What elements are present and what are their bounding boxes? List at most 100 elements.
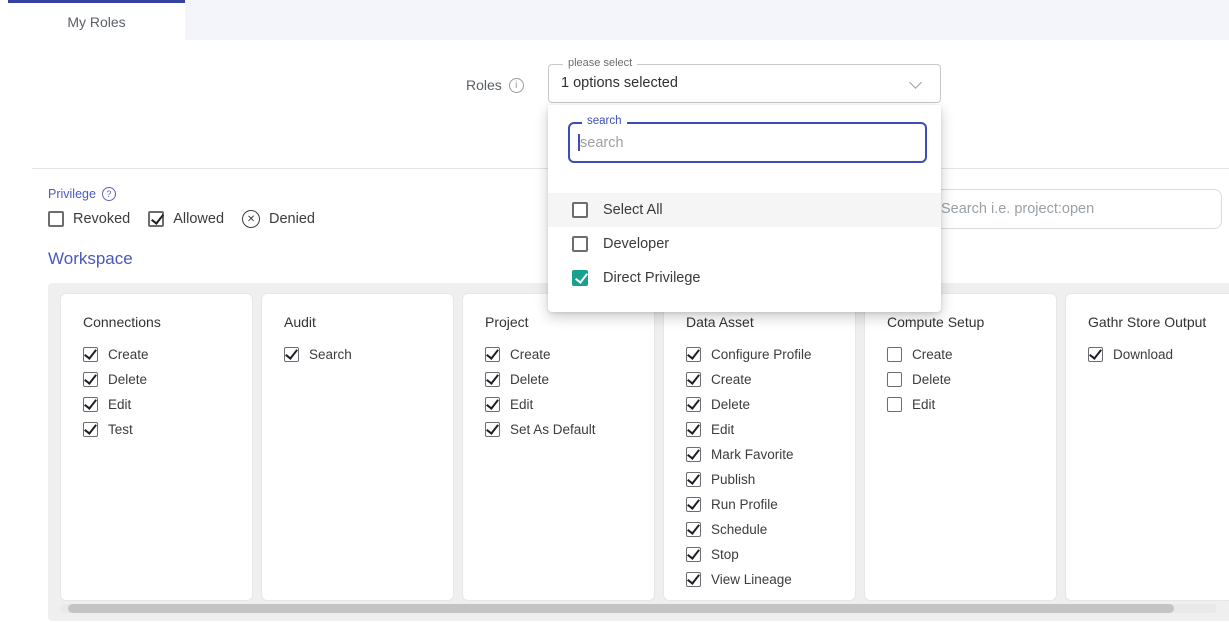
privilege-legend-row: Revoked Allowed Denied [48,210,315,228]
privilege-row[interactable]: Create [485,345,646,364]
card-title: Data Asset [686,314,847,330]
dropdown-search-input[interactable] [580,128,900,158]
privilege-row[interactable]: Publish [686,470,847,489]
privilege-row[interactable]: Test [83,420,244,439]
workspace-section-title: Workspace [48,249,133,269]
privilege-row[interactable]: Create [83,345,244,364]
horizontal-scrollbar-track[interactable] [60,604,1217,613]
unchecked-checkbox-icon[interactable] [572,202,588,218]
privilege-row-label: Edit [711,422,734,437]
checked-checkbox-icon[interactable] [572,270,588,286]
checked-checkbox-icon[interactable] [83,397,98,412]
privilege-row-label: Delete [912,372,951,387]
privilege-row-label: Create [912,347,953,362]
card-title: Project [485,314,646,330]
privilege-legend-title: Privilege [48,187,116,201]
checked-checkbox-icon[interactable] [686,572,701,587]
privilege-row-label: Configure Profile [711,347,812,362]
unchecked-checkbox-icon[interactable] [887,347,902,362]
tab-my-roles[interactable]: My Roles [8,0,185,40]
privilege-row-label: Create [510,347,551,362]
privilege-row-label: View Lineage [711,572,792,587]
roles-multiselect[interactable]: please select 1 options selected [548,64,941,103]
privilege-row-label: Mark Favorite [711,447,794,462]
privilege-row-label: Edit [912,397,935,412]
checked-checkbox-icon[interactable] [485,372,500,387]
checked-checkbox-icon[interactable] [83,372,98,387]
privilege-row[interactable]: Delete [887,370,1048,389]
denied-circle-x-icon [242,210,260,228]
workspace-privileges-panel: Connections CreateDeleteEditTest Audit S… [48,283,1229,621]
horizontal-scrollbar-thumb[interactable] [68,604,1174,613]
privilege-row[interactable]: Run Profile [686,495,847,514]
roles-label-text: Roles [466,77,502,93]
search-input[interactable] [928,189,1222,229]
privilege-row-label: Create [108,347,149,362]
checked-checkbox-icon[interactable] [485,347,500,362]
privilege-row-label: Schedule [711,522,767,537]
checked-checkbox-icon[interactable] [83,422,98,437]
checked-checkbox-icon[interactable] [83,347,98,362]
checked-checkbox-icon[interactable] [686,397,701,412]
privilege-row[interactable]: Edit [686,420,847,439]
checked-checkbox-icon[interactable] [485,422,500,437]
privilege-row[interactable]: Edit [887,395,1048,414]
card-project: Project Create Delete Edit Set As Default [462,293,655,601]
privilege-row-label: Create [711,372,752,387]
card-items: Configure Profile Create Delete Edit Mark Fa… [686,345,847,589]
checked-checkbox-icon[interactable] [686,522,701,537]
card-connections: Connections CreateDeleteEditTest [60,293,253,601]
checked-checkbox-icon[interactable] [1088,347,1103,362]
option-developer[interactable]: Developer [548,227,941,261]
roles-multiselect-value: 1 options selected [549,65,940,102]
unchecked-checkbox-icon[interactable] [887,372,902,387]
checked-checkbox-icon[interactable] [686,347,701,362]
privilege-row-label: Stop [711,547,739,562]
checked-checkbox-icon[interactable] [686,497,701,512]
card-items: Create Delete Edit [887,345,1048,414]
info-icon[interactable] [509,78,524,93]
checked-checkbox-icon[interactable] [686,472,701,487]
card-title: Audit [284,314,445,330]
card-gathr-store-output: Gathr Store Output Download [1065,293,1229,601]
option-direct-privilege[interactable]: Direct Privilege [548,261,941,295]
unchecked-checkbox-icon[interactable] [572,236,588,252]
checked-checkbox-icon[interactable] [485,397,500,412]
privilege-row[interactable]: Create [887,345,1048,364]
checked-checkbox-icon [148,211,164,227]
option-label: Select All [603,202,663,218]
roles-multiselect-floating-label: please select [563,57,637,69]
privilege-row-label: Search [309,347,352,362]
privilege-row[interactable]: Configure Profile [686,345,847,364]
privilege-row[interactable]: Delete [686,395,847,414]
checked-checkbox-icon[interactable] [686,372,701,387]
privilege-row-label: Delete [711,397,750,412]
privilege-row-label: Edit [510,397,533,412]
privilege-row[interactable]: Edit [485,395,646,414]
privilege-row[interactable]: View Lineage [686,570,847,589]
dropdown-search-field[interactable]: search [568,122,927,163]
unchecked-checkbox-icon[interactable] [887,397,902,412]
checked-checkbox-icon[interactable] [284,347,299,362]
card-items: Create Delete Edit Test [83,345,244,439]
privilege-row[interactable]: Set As Default [485,420,646,439]
privilege-row[interactable]: Search [284,345,445,364]
privilege-row[interactable]: Mark Favorite [686,445,847,464]
privilege-row[interactable]: Download [1088,345,1229,364]
privilege-row[interactable]: Delete [485,370,646,389]
checked-checkbox-icon[interactable] [686,422,701,437]
privilege-row-label: Publish [711,472,755,487]
privilege-row[interactable]: Edit [83,395,244,414]
privilege-row[interactable]: Create [686,370,847,389]
checked-checkbox-icon[interactable] [686,547,701,562]
option-select-all[interactable]: Select All [548,193,941,227]
privilege-row-label: Run Profile [711,497,778,512]
checked-checkbox-icon[interactable] [686,447,701,462]
dropdown-options-list: Select All Developer Direct Privilege [548,193,941,295]
privilege-row-label: Set As Default [510,422,596,437]
privilege-row[interactable]: Stop [686,545,847,564]
legend-item-denied: Denied [242,210,315,228]
privilege-row[interactable]: Delete [83,370,244,389]
help-icon[interactable] [102,187,116,201]
privilege-row[interactable]: Schedule [686,520,847,539]
